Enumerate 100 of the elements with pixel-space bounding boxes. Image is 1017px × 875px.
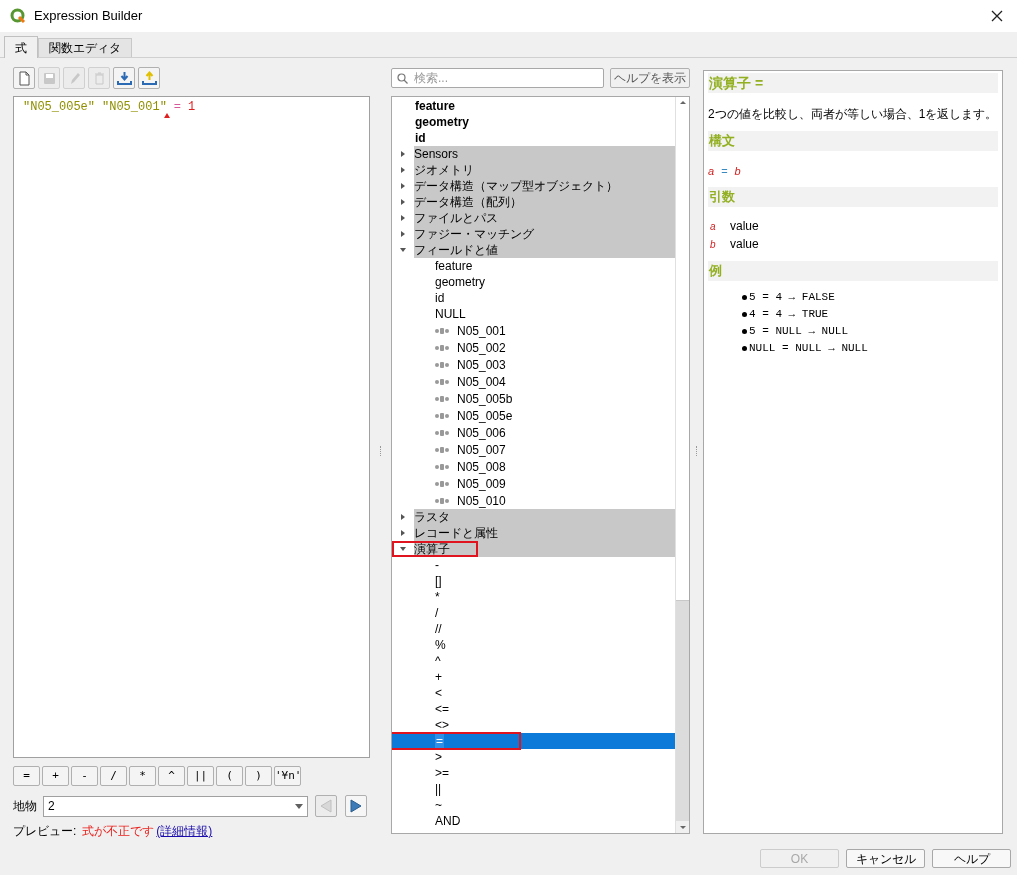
scroll-down-icon[interactable]	[676, 821, 689, 833]
collapsed-arrow-icon[interactable]	[400, 530, 406, 536]
code-token: 1	[188, 99, 196, 115]
tree-item[interactable]: *	[435, 589, 440, 605]
scrollbar-thumb[interactable]	[676, 109, 689, 601]
next-button[interactable]	[345, 795, 367, 817]
toolbar-button[interactable]	[113, 67, 135, 89]
tree-group[interactable]: 演算子	[414, 541, 675, 557]
operator-button[interactable]: (	[216, 766, 243, 786]
tree-group[interactable]: Sensors	[414, 146, 675, 162]
operator-button[interactable]: ^	[158, 766, 185, 786]
tree-item[interactable]: <=	[435, 701, 449, 717]
syntax-token: =	[721, 163, 728, 179]
operator-button[interactable]: ||	[187, 766, 214, 786]
expression-editor[interactable]: "N05_005e" "N05_001" = 1	[13, 96, 370, 758]
tree-item[interactable]: N05_009	[457, 475, 506, 492]
tree-item[interactable]: <	[435, 685, 442, 701]
tree-group[interactable]: レコードと属性	[414, 525, 675, 541]
example-text: 5 = 4 → FALSE	[749, 290, 835, 306]
tree-item[interactable]: +	[435, 669, 442, 685]
tree-group[interactable]: データ構造（配列）	[414, 194, 675, 210]
tree-item[interactable]: AND	[435, 813, 461, 829]
operator-button[interactable]: *	[129, 766, 156, 786]
tree-group[interactable]: ラスタ	[414, 509, 675, 525]
scrollbar[interactable]	[675, 97, 689, 833]
syntax-token: b	[734, 163, 741, 179]
bullet-icon	[742, 329, 747, 334]
code-token: "N05_001"	[102, 99, 167, 115]
tree-item[interactable]: ~	[435, 797, 442, 813]
tree-item[interactable]: id	[435, 290, 445, 306]
operator-button[interactable]: -	[71, 766, 98, 786]
tree-item[interactable]: <>	[435, 717, 449, 733]
collapsed-arrow-icon[interactable]	[400, 183, 406, 189]
tree-group[interactable]: ファイルとパス	[414, 210, 675, 226]
tree-item[interactable]: -	[435, 557, 439, 573]
show-help-button[interactable]: ヘルプを表示	[610, 68, 690, 88]
tree-item[interactable]: N05_008	[457, 458, 506, 475]
collapsed-arrow-icon[interactable]	[400, 151, 406, 157]
tab[interactable]: 式	[4, 36, 38, 58]
operator-button[interactable]: /	[100, 766, 127, 786]
upload-icon	[140, 69, 158, 87]
tree-item[interactable]: ^	[435, 653, 441, 669]
tab[interactable]: 関数エディタ	[38, 38, 132, 57]
tree-item[interactable]: N05_005e	[457, 407, 513, 424]
collapsed-arrow-icon[interactable]	[400, 167, 406, 173]
tree-item[interactable]: N05_004	[457, 373, 506, 390]
dialog-button[interactable]: ヘルプ	[932, 849, 1011, 868]
section-heading: 構文	[708, 131, 998, 151]
operator-button[interactable]: =	[13, 766, 40, 786]
tree-item[interactable]: N05_003	[457, 356, 506, 373]
close-icon[interactable]	[991, 10, 1003, 22]
tree-item[interactable]: ||	[435, 781, 442, 797]
scroll-up-icon[interactable]	[676, 97, 689, 109]
operator-button[interactable]: '¥n'	[274, 766, 301, 786]
tree-item[interactable]: N05_006	[457, 424, 506, 441]
details-link[interactable]: (詳細情報)	[156, 822, 213, 840]
code-token: "N05_005e"	[23, 99, 95, 115]
feature-combo[interactable]: 2	[43, 795, 308, 817]
section-heading: 引数	[708, 187, 998, 207]
text-field-icon	[435, 480, 450, 487]
help-title: 演算子 =	[708, 73, 998, 93]
tree-group[interactable]: フィールドと値	[414, 242, 675, 258]
tree-group[interactable]: ジオメトリ	[414, 162, 675, 178]
operator-button[interactable]: )	[245, 766, 272, 786]
collapsed-arrow-icon[interactable]	[400, 231, 406, 237]
tree-item[interactable]: feature	[435, 258, 473, 274]
tree-item[interactable]: N05_007	[457, 441, 506, 458]
feature-label: 地物	[13, 798, 38, 815]
tree-item[interactable]: N05_001	[457, 322, 506, 339]
tree-item[interactable]: %	[435, 637, 446, 653]
tree-group[interactable]: データ構造（マップ型オブジェクト）	[414, 178, 675, 194]
text-field-icon	[435, 429, 450, 436]
toolbar-button[interactable]	[138, 67, 160, 89]
tree-item[interactable]: //	[435, 621, 442, 637]
tree-item[interactable]: feature	[415, 98, 455, 114]
collapsed-arrow-icon[interactable]	[400, 514, 406, 520]
tree-item[interactable]: >	[435, 749, 442, 765]
tree-item[interactable]: []	[435, 573, 442, 589]
text-field-icon	[435, 327, 450, 334]
tree-item[interactable]: /	[435, 605, 439, 621]
help-description: 2つの値を比較し、両者が等しい場合、1を返します。	[708, 106, 998, 123]
tree-item[interactable]: N05_002	[457, 339, 506, 356]
search-field[interactable]: 検索...	[391, 68, 604, 88]
app-logo-icon	[10, 8, 26, 24]
tree-item[interactable]: >=	[435, 765, 449, 781]
collapsed-arrow-icon[interactable]	[400, 215, 406, 221]
operator-button[interactable]: +	[42, 766, 69, 786]
dialog-button[interactable]: キャンセル	[846, 849, 925, 868]
expanded-arrow-icon[interactable]	[400, 247, 406, 253]
argument-description: value	[730, 218, 759, 235]
tree-group[interactable]: ファジー・マッチング	[414, 226, 675, 242]
tree-item[interactable]: N05_010	[457, 492, 506, 509]
tree-item[interactable]: geometry	[435, 274, 486, 290]
expanded-arrow-icon[interactable]	[400, 546, 406, 552]
tree-item[interactable]: N05_005b	[457, 390, 513, 407]
tree-item[interactable]: id	[415, 130, 426, 146]
text-field-icon	[435, 463, 450, 470]
tree-item[interactable]: NULL	[435, 306, 466, 322]
collapsed-arrow-icon[interactable]	[400, 199, 406, 205]
tree-item[interactable]: geometry	[415, 114, 470, 130]
